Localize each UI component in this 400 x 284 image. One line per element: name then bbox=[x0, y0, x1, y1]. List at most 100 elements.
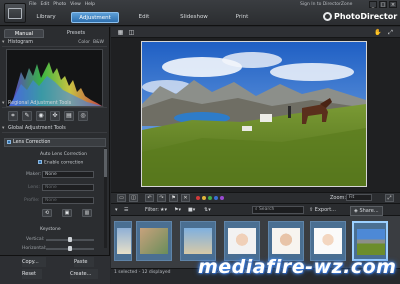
grid-view-icon[interactable]: ▦ bbox=[117, 29, 124, 36]
histogram-mode-toggles: Color B&W bbox=[78, 40, 104, 45]
zoom-label: Zoom: bbox=[330, 195, 347, 201]
left-panel-scroll-thumb[interactable] bbox=[104, 149, 107, 177]
copy-button[interactable]: Copy... bbox=[22, 257, 46, 267]
tab-library[interactable]: Library bbox=[29, 12, 63, 23]
histogram-bw-toggle[interactable]: B&W bbox=[93, 40, 104, 45]
rotate-left-icon[interactable]: ↶ bbox=[145, 194, 154, 202]
vignette-icon[interactable]: ▥ bbox=[82, 209, 92, 217]
enable-correction-checkbox[interactable] bbox=[38, 160, 42, 164]
filmstrip-thumb[interactable] bbox=[310, 221, 346, 261]
zoom-dropdown[interactable]: Fit bbox=[346, 194, 372, 201]
tab-manual[interactable]: Manual bbox=[4, 29, 44, 38]
auto-lens-correction-label: Auto Lens Correction bbox=[40, 152, 87, 157]
regional-tools-header[interactable]: ▾ Regional Adjustment Tools bbox=[2, 100, 107, 108]
menu-help[interactable]: Help bbox=[85, 2, 95, 8]
brush-tool-icon[interactable]: ✎ bbox=[22, 111, 32, 121]
radial-tool-icon[interactable]: ◎ bbox=[78, 111, 88, 121]
flag-icon[interactable]: ⚑ bbox=[169, 194, 178, 202]
keystone-label: Keystone bbox=[40, 227, 61, 232]
enable-correction-option[interactable]: Enable correction bbox=[38, 160, 83, 166]
selection-status: 1 selected - 12 displayed bbox=[114, 270, 171, 275]
rotate-icon[interactable]: ⟲ bbox=[42, 209, 52, 217]
profile-label: Profile: bbox=[24, 198, 40, 203]
search-placeholder: Search bbox=[258, 207, 275, 212]
tab-print[interactable]: Print bbox=[229, 12, 255, 23]
split-view-icon[interactable]: ◫ bbox=[129, 194, 138, 202]
menu-file[interactable]: File bbox=[29, 2, 37, 8]
reject-icon[interactable]: ✕ bbox=[181, 194, 190, 202]
brand-name: PhotoDirector bbox=[334, 12, 398, 21]
menu-edit[interactable]: Edit bbox=[41, 2, 50, 8]
single-view-icon[interactable]: ▭ bbox=[117, 194, 126, 202]
maker-dropdown[interactable]: None bbox=[42, 171, 94, 178]
tab-slideshow[interactable]: Slideshow bbox=[174, 12, 214, 23]
signin-link[interactable]: Sign In to DirectorZone bbox=[300, 2, 352, 7]
filmstrip-thumb[interactable] bbox=[114, 221, 132, 261]
filmstrip-thumb[interactable] bbox=[224, 221, 260, 261]
global-tools-header[interactable]: ▾ Global Adjustment Tools bbox=[2, 125, 107, 133]
horizontal-label: Horizontal: bbox=[22, 246, 47, 251]
app-logo-icon bbox=[4, 3, 26, 23]
histogram-color-toggle[interactable]: Color bbox=[78, 40, 90, 45]
reset-button[interactable]: Reset bbox=[22, 269, 42, 279]
filmstrip-thumb[interactable] bbox=[268, 221, 304, 261]
tab-edit[interactable]: Edit bbox=[129, 12, 159, 23]
search-input[interactable]: ⌕ Search bbox=[252, 206, 304, 214]
green-label-swatch[interactable] bbox=[208, 196, 212, 200]
filmstrip-thumb[interactable] bbox=[180, 221, 216, 261]
lens-enable-checkbox[interactable] bbox=[7, 139, 11, 144]
hand-tool-icon[interactable]: ✋ bbox=[374, 29, 381, 36]
flag-filter-icon[interactable]: ⚑▾ bbox=[174, 207, 181, 213]
barrel-distortion-icon[interactable]: ▣ bbox=[62, 209, 72, 217]
color-filter-icon[interactable]: ■▾ bbox=[188, 207, 195, 213]
sort-icon[interactable]: ⇅▾ bbox=[204, 207, 211, 213]
menu-view[interactable]: View bbox=[70, 2, 81, 8]
share-button[interactable]: ◈ Share... bbox=[350, 206, 383, 216]
spot-tool-icon[interactable]: ✜ bbox=[50, 111, 60, 121]
brand-icon bbox=[323, 12, 332, 21]
compare-view-icon[interactable]: ◫ bbox=[128, 29, 135, 36]
star-filter-icon[interactable]: ★▾ bbox=[160, 207, 167, 213]
histogram-chart bbox=[6, 49, 104, 108]
main-photo[interactable] bbox=[141, 41, 367, 187]
filmstrip-thumb[interactable] bbox=[136, 221, 172, 261]
close-button[interactable]: × bbox=[389, 1, 397, 8]
lens-correction-label: Lens Correction bbox=[13, 140, 51, 145]
tab-presets[interactable]: Presets bbox=[56, 29, 96, 38]
menu-photo[interactable]: Photo bbox=[53, 2, 66, 8]
paste-button[interactable]: Paste bbox=[74, 257, 94, 267]
purple-label-swatch[interactable] bbox=[220, 196, 224, 200]
export-button[interactable]: ⇪ Export... bbox=[309, 207, 336, 213]
gradient-tool-icon[interactable]: ▤ bbox=[64, 111, 74, 121]
minimize-button[interactable]: _ bbox=[369, 1, 377, 8]
regional-tools-label: Regional Adjustment Tools bbox=[8, 101, 72, 106]
lens-dropdown[interactable]: None bbox=[42, 184, 94, 191]
blue-label-swatch[interactable] bbox=[214, 196, 218, 200]
vertical-slider-knob[interactable] bbox=[68, 237, 72, 242]
profile-dropdown[interactable]: None bbox=[42, 197, 94, 204]
lens-correction-header[interactable]: Lens Correction bbox=[4, 138, 106, 147]
create-button[interactable]: Create... bbox=[70, 269, 98, 279]
filmstrip-view-icon[interactable]: ☰ bbox=[124, 207, 128, 213]
photodirector-window: File Edit Photo View Help Sign In to Dir… bbox=[0, 0, 400, 284]
rotate-right-icon[interactable]: ↷ bbox=[157, 194, 166, 202]
fullscreen-icon[interactable]: ⤢ bbox=[385, 194, 394, 202]
expand-icon[interactable]: ⤢ bbox=[387, 29, 394, 36]
crop-tool-icon[interactable]: ⌗ bbox=[8, 111, 18, 121]
histogram-label: Histogram bbox=[8, 40, 33, 45]
maker-label: Maker: bbox=[26, 172, 42, 177]
enable-correction-label: Enable correction bbox=[44, 160, 84, 166]
horizontal-slider-knob[interactable] bbox=[68, 246, 72, 251]
filmstrip-thumb-selected[interactable] bbox=[352, 221, 388, 261]
global-tools-label: Global Adjustment Tools bbox=[8, 126, 66, 131]
filmstrip-toggle-icon[interactable]: ▾ bbox=[115, 207, 118, 213]
yellow-label-swatch[interactable] bbox=[202, 196, 206, 200]
red-label-swatch[interactable] bbox=[196, 196, 200, 200]
redeye-tool-icon[interactable]: ◉ bbox=[36, 111, 46, 121]
maker-value: None bbox=[45, 172, 57, 177]
maximize-button[interactable]: □ bbox=[379, 1, 387, 8]
window-controls: _ □ × bbox=[369, 1, 397, 8]
profile-value: None bbox=[45, 198, 57, 203]
viewer-toolbar bbox=[111, 27, 400, 38]
tab-adjustment[interactable]: Adjustment bbox=[71, 12, 119, 23]
